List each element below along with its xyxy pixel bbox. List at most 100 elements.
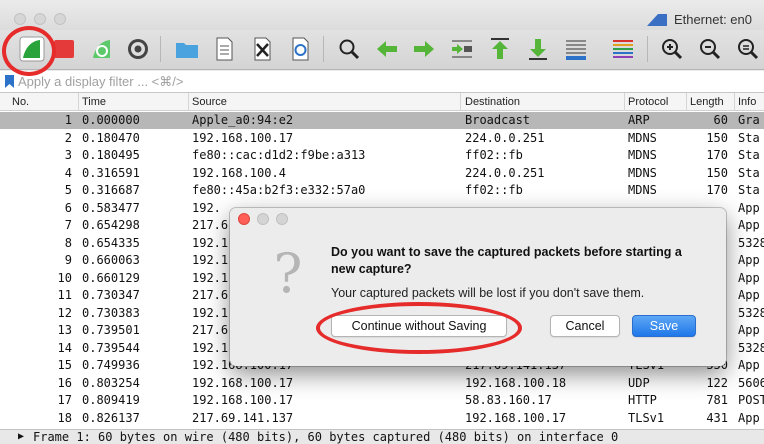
- cell-info: App: [738, 270, 760, 285]
- cell-src: 192.1: [192, 270, 229, 285]
- cell-src: 217.6: [192, 288, 229, 302]
- cancel-button[interactable]: Cancel: [550, 315, 620, 337]
- column-header-protocol[interactable]: Protocol: [628, 96, 668, 109]
- table-row[interactable]: 3 0.180495 fe80::cac:d1d2:f9be:a313 ff02::f…: [0, 147, 764, 164]
- wireshark-logo-icon: [646, 13, 667, 26]
- cell-time: 0.739501: [82, 323, 140, 337]
- autoscroll-button[interactable]: [559, 32, 593, 66]
- zoom-in-button[interactable]: [655, 32, 689, 66]
- stop-capture-button[interactable]: [47, 32, 81, 66]
- cell-info: App: [738, 410, 760, 425]
- cell-no: 5: [64, 183, 72, 197]
- capture-options-button[interactable]: [121, 32, 155, 66]
- window-minimize-button[interactable]: [34, 13, 46, 25]
- dialog-title: Do you want to save the captured packets…: [331, 245, 682, 276]
- table-row[interactable]: 2 0.180470 192.168.100.17 224.0.0.251 MDNS 15…: [0, 130, 764, 147]
- display-filter-bar: [0, 71, 764, 93]
- cell-time: 0.654298: [82, 218, 140, 232]
- restart-capture-button[interactable]: [85, 32, 119, 66]
- save-file-button[interactable]: [207, 32, 241, 66]
- column-header-no[interactable]: No.: [12, 96, 29, 109]
- colorize-button[interactable]: [606, 32, 640, 66]
- toolbar-separator: [647, 36, 648, 62]
- window-title: Ethernet: en0: [646, 12, 752, 27]
- cell-len: 431: [706, 410, 728, 425]
- cell-dst: 192.168.100.18: [465, 375, 567, 390]
- cell-info: App: [738, 253, 760, 267]
- cell-info: App: [738, 218, 760, 232]
- table-row[interactable]: 17 0.809419 192.168.100.17 58.83.160.17 HTTP…: [0, 392, 764, 409]
- cell-time: 0.660129: [82, 270, 140, 285]
- cell-info: Sta: [738, 130, 760, 145]
- cell-proto: TLSv1: [628, 410, 665, 425]
- table-row[interactable]: 5 0.316687 fe80::45a:b2f3:e332:57a0 ff02::f…: [0, 182, 764, 199]
- display-filter-input[interactable]: [18, 71, 718, 92]
- cell-no: 18: [57, 410, 72, 425]
- file-icon: [216, 37, 233, 61]
- cell-src: 217.69.141.137: [192, 410, 294, 425]
- question-mark-icon: ?: [273, 242, 303, 305]
- table-row[interactable]: 18 0.826137 217.69.141.137 192.168.100.17 TL…: [0, 410, 764, 427]
- arrow-left-icon: [377, 41, 397, 57]
- filter-bookmark-button[interactable]: [0, 71, 18, 93]
- go-to-packet-button[interactable]: [445, 32, 479, 66]
- window-close-button[interactable]: [14, 13, 26, 25]
- save-button[interactable]: Save: [632, 315, 696, 337]
- table-row[interactable]: 16 0.803254 192.168.100.17 192.168.100.18 UD…: [0, 375, 764, 392]
- close-file-icon: [254, 37, 271, 61]
- cell-proto: MDNS: [628, 148, 657, 162]
- cell-no: 7: [64, 218, 72, 232]
- cell-proto: MDNS: [628, 130, 657, 145]
- first-packet-button[interactable]: [483, 32, 517, 66]
- continue-without-saving-button[interactable]: Continue without Saving: [331, 315, 507, 337]
- save-before-capture-dialog: ? Do you want to save the captured packe…: [230, 208, 726, 366]
- window-zoom-button[interactable]: [54, 13, 66, 25]
- start-capture-button[interactable]: [15, 32, 49, 66]
- go-back-button[interactable]: [370, 32, 404, 66]
- go-to-packet-icon: [452, 40, 472, 58]
- zoom-normal-icon: [738, 39, 759, 60]
- cell-time: 0.654335: [82, 235, 140, 250]
- reload-file-button[interactable]: [283, 32, 317, 66]
- cell-dst: 192.168.100.17: [465, 410, 567, 425]
- table-row[interactable]: 1 0.000000 Apple_a0:94:e2 Broadcast ARP 60 Gra: [0, 112, 764, 129]
- cell-src: 192.1: [192, 253, 229, 267]
- cell-no: 3: [64, 148, 72, 162]
- reload-icon: [292, 37, 309, 61]
- cell-dst: Broadcast: [465, 113, 531, 127]
- open-file-button[interactable]: [170, 32, 204, 66]
- column-header-length[interactable]: Length: [690, 96, 724, 109]
- cell-info: Sta: [738, 165, 760, 180]
- cell-info: 5606: [738, 375, 764, 390]
- cell-no: 1: [64, 113, 72, 127]
- folder-icon: [176, 43, 198, 58]
- cell-proto: MDNS: [628, 183, 657, 197]
- stop-square-icon: [54, 40, 74, 58]
- cell-no: 2: [64, 130, 72, 145]
- column-header-time[interactable]: Time: [82, 96, 106, 109]
- find-packet-button[interactable]: [332, 32, 366, 66]
- cell-info: App: [738, 358, 760, 372]
- close-file-button[interactable]: [245, 32, 279, 66]
- expand-arrow-icon[interactable]: ▶: [18, 431, 24, 442]
- cell-src: 192.1: [192, 235, 229, 250]
- window-title-text: Ethernet: en0: [673, 12, 752, 27]
- column-header-source[interactable]: Source: [192, 96, 227, 109]
- zoom-normal-button[interactable]: [731, 32, 764, 66]
- cell-src: 192.1: [192, 305, 229, 320]
- column-header-info[interactable]: Info: [738, 96, 756, 109]
- title-bar: Ethernet: en0: [0, 0, 764, 30]
- go-forward-button[interactable]: [407, 32, 441, 66]
- cell-time: 0.730383: [82, 305, 140, 320]
- cell-src: 192.168.100.17: [192, 375, 294, 390]
- cell-no: 16: [57, 375, 72, 390]
- column-header-destination[interactable]: Destination: [465, 96, 520, 109]
- table-row[interactable]: 4 0.316591 192.168.100.4 224.0.0.251 MDNS 150…: [0, 165, 764, 182]
- zoom-out-button[interactable]: [693, 32, 727, 66]
- cell-no: 17: [57, 393, 72, 407]
- dialog-close-button[interactable]: [238, 213, 250, 225]
- cell-time: 0.803254: [82, 375, 140, 390]
- cell-no: 13: [57, 323, 72, 337]
- last-packet-button[interactable]: [521, 32, 555, 66]
- cell-info: 5328: [738, 305, 764, 320]
